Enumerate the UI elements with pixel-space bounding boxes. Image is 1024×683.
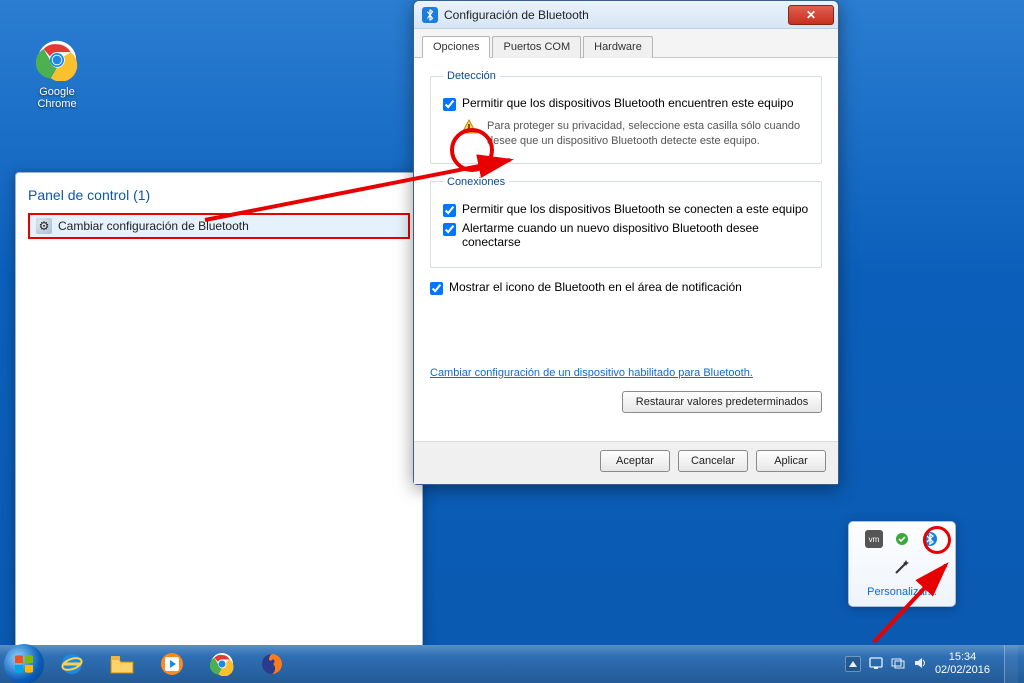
bluetooth-icon	[422, 7, 438, 23]
tray-vm-icon[interactable]: vm	[865, 530, 883, 548]
restore-defaults-button[interactable]: Restaurar valores predeterminados	[622, 391, 822, 413]
cancel-button[interactable]: Cancelar	[678, 450, 748, 472]
privacy-warning: Para proteger su privacidad, seleccione …	[461, 119, 809, 149]
checkbox-allow-connect-input[interactable]	[443, 204, 456, 217]
bluetooth-settings-dialog: Configuración de Bluetooth ✕ Opciones Pu…	[413, 0, 839, 485]
taskbar-firefox[interactable]	[250, 648, 294, 680]
group-connections-legend: Conexiones	[443, 176, 509, 188]
tab-hardware[interactable]: Hardware	[583, 36, 653, 58]
tray-volume-icon[interactable]	[913, 656, 927, 673]
checkbox-show-tray-icon[interactable]: Mostrar el icono de Bluetooth en el área…	[430, 280, 822, 295]
taskbar-ie[interactable]	[50, 648, 94, 680]
taskbar-media-player[interactable]	[150, 648, 194, 680]
tab-options[interactable]: Opciones	[422, 36, 490, 58]
tray-action-center-icon[interactable]	[869, 656, 883, 673]
tray-bluetooth-icon[interactable]	[921, 530, 939, 548]
result-item-label: Cambiar configuración de Bluetooth	[58, 219, 249, 233]
dialog-title: Configuración de Bluetooth	[444, 8, 788, 22]
start-button[interactable]	[4, 644, 44, 683]
apply-button[interactable]: Aplicar	[756, 450, 826, 472]
checkbox-alert-label: Alertarme cuando un nuevo dispositivo Bl…	[462, 221, 809, 249]
bluetooth-device-settings-link[interactable]: Cambiar configuración de un dispositivo …	[430, 367, 753, 379]
tray-network-icon[interactable]	[891, 656, 905, 673]
results-category-header: Panel de control (1)	[16, 173, 422, 213]
tray-customize-icon[interactable]	[857, 558, 947, 576]
dialog-button-bar: Aceptar Cancelar Aplicar	[414, 441, 838, 484]
close-button[interactable]: ✕	[788, 5, 834, 25]
tray-safely-remove-icon[interactable]	[893, 530, 911, 548]
privacy-warning-text: Para proteger su privacidad, seleccione …	[487, 119, 809, 149]
group-detection: Detección Permitir que los dispositivos …	[430, 70, 822, 164]
tray-personalize-link[interactable]: Personalizar...	[857, 586, 947, 598]
dialog-titlebar[interactable]: Configuración de Bluetooth ✕	[414, 1, 838, 29]
checkbox-allow-connect-label: Permitir que los dispositivos Bluetooth …	[462, 202, 808, 216]
result-item-bluetooth-settings[interactable]: ⚙ Cambiar configuración de Bluetooth	[28, 213, 410, 239]
group-connections: Conexiones Permitir que los dispositivos…	[430, 176, 822, 268]
checkbox-alert-input[interactable]	[443, 223, 456, 236]
windows-logo-icon	[12, 652, 36, 676]
taskbar: 15:34 02/02/2016	[0, 645, 1024, 683]
tray-overflow-popup: vm Personalizar...	[848, 521, 956, 607]
taskbar-time: 15:34	[935, 651, 990, 664]
taskbar-explorer[interactable]	[100, 648, 144, 680]
checkbox-allow-connect[interactable]: Permitir que los dispositivos Bluetooth …	[443, 202, 809, 217]
checkbox-show-tray-icon-label: Mostrar el icono de Bluetooth en el área…	[449, 280, 742, 294]
ok-button[interactable]: Aceptar	[600, 450, 670, 472]
taskbar-clock[interactable]: 15:34 02/02/2016	[935, 651, 990, 677]
checkbox-show-tray-icon-input[interactable]	[430, 282, 443, 295]
checkbox-allow-discovery[interactable]: Permitir que los dispositivos Bluetooth …	[443, 96, 809, 111]
tray-show-hidden-button[interactable]	[845, 656, 861, 672]
checkbox-allow-discovery-label: Permitir que los dispositivos Bluetooth …	[462, 96, 794, 110]
taskbar-date: 02/02/2016	[935, 664, 990, 677]
warning-icon	[461, 119, 477, 135]
chrome-icon	[35, 38, 79, 82]
desktop-icon-chrome[interactable]: Google Chrome	[20, 38, 94, 110]
show-desktop-button[interactable]	[1004, 645, 1018, 683]
checkbox-allow-discovery-input[interactable]	[443, 98, 456, 111]
desktop-icon-label: Google Chrome	[37, 86, 76, 110]
dialog-tabs: Opciones Puertos COM Hardware	[414, 29, 838, 58]
checkbox-alert-new-device[interactable]: Alertarme cuando un nuevo dispositivo Bl…	[443, 221, 809, 249]
settings-icon: ⚙	[36, 218, 52, 234]
group-detection-legend: Detección	[443, 70, 500, 82]
tab-com-ports[interactable]: Puertos COM	[492, 36, 581, 58]
taskbar-chrome[interactable]	[200, 648, 244, 680]
start-menu-panel: Panel de control (1) ⚙ Cambiar configura…	[15, 172, 423, 683]
